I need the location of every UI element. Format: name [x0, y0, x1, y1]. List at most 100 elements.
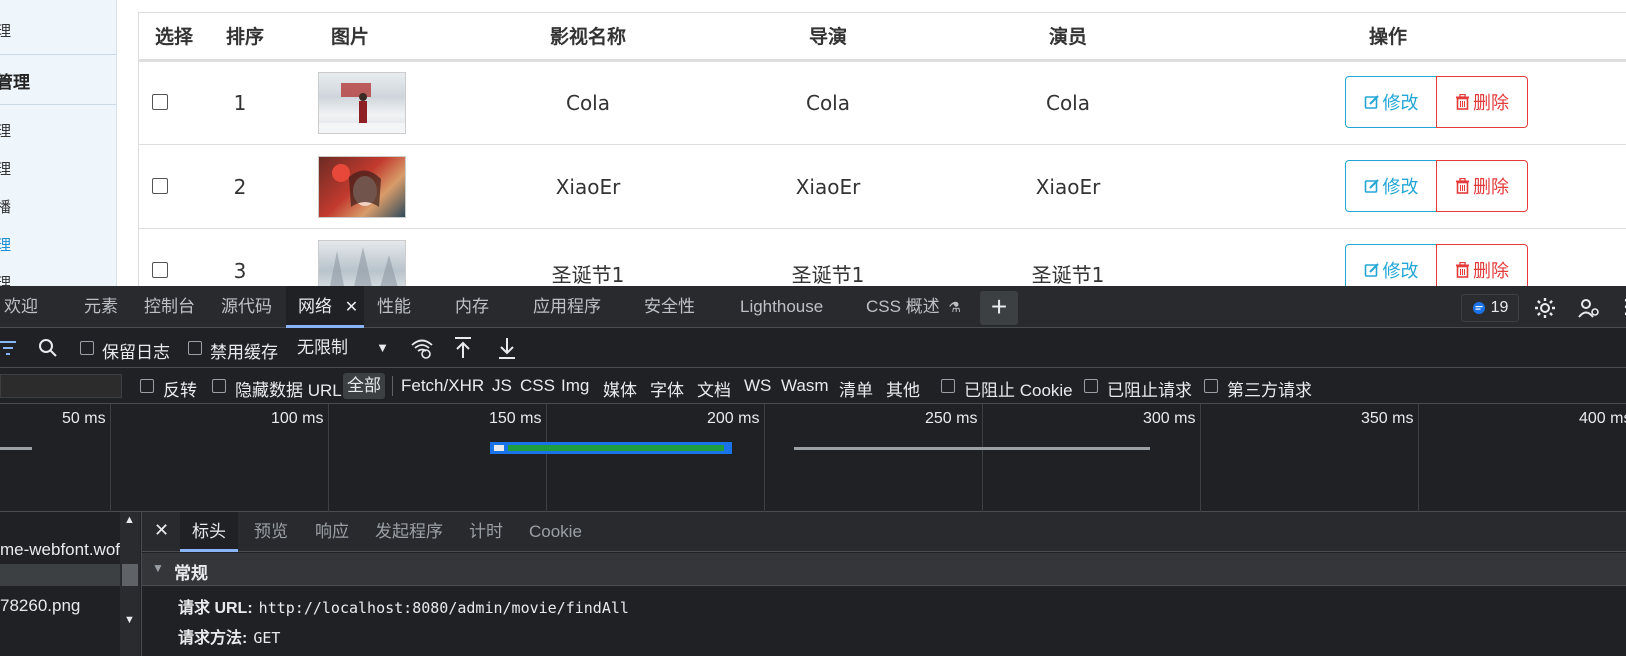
close-details-icon[interactable]: ✕ — [154, 520, 169, 541]
edit-button[interactable]: 修改 — [1345, 244, 1437, 286]
gear-icon[interactable] — [1533, 296, 1557, 320]
delete-button[interactable]: 删除 — [1436, 160, 1528, 212]
filter-type-fetch-xhr[interactable]: Fetch/XHR — [401, 376, 484, 396]
tab-elements[interactable]: 元素 — [84, 286, 118, 328]
timeline-tick: 300 ms — [1143, 410, 1196, 427]
tab-application[interactable]: 应用程序 — [533, 286, 601, 328]
throttling-select[interactable]: 无限制 ▼ — [289, 334, 393, 362]
network-conditions-icon[interactable] — [410, 337, 434, 359]
sidebar-item[interactable]: 理 — [0, 158, 116, 179]
filter-type-ws[interactable]: WS — [744, 376, 771, 396]
more-options-icon[interactable]: ⋮ — [1616, 294, 1626, 319]
timeline-tick: 350 ms — [1361, 410, 1414, 427]
filter-type-wasm[interactable]: Wasm — [781, 376, 829, 396]
movie-thumbnail — [318, 240, 406, 286]
blocked-cookies-checkbox[interactable] — [941, 379, 955, 393]
request-row-selected[interactable] — [0, 564, 120, 586]
tab-cookies[interactable]: Cookie — [529, 512, 582, 552]
network-bottom-pane: me-webfont.wof 78260.png ▲ ▼ ✕ 标头 预览 响应 … — [0, 512, 1626, 656]
scroll-up-icon[interactable]: ▲ — [124, 514, 135, 526]
filter-input[interactable] — [0, 374, 122, 398]
filter-type-img[interactable]: Img — [561, 376, 589, 396]
timeline-bar-selected — [490, 442, 732, 454]
scrollbar-thumb[interactable] — [122, 564, 138, 586]
timeline-gridline — [764, 404, 765, 512]
edit-icon — [1364, 179, 1379, 193]
filter-type-manifest[interactable]: 清单 — [839, 376, 873, 401]
timeline-tick: 150 ms — [489, 410, 542, 427]
tab-performance[interactable]: 性能 — [377, 286, 411, 328]
customize-user-icon[interactable] — [1577, 296, 1601, 320]
throttling-value: 无限制 — [297, 338, 348, 357]
disable-cache-checkbox[interactable] — [188, 341, 202, 355]
sidebar-item-active[interactable]: 理 — [0, 234, 116, 255]
delete-button[interactable]: 删除 — [1436, 244, 1528, 286]
tab-headers[interactable]: 标头 — [180, 512, 238, 552]
table-top-border — [138, 12, 1626, 13]
filter-type-other[interactable]: 其他 — [886, 376, 920, 401]
timeline-tick: 200 ms — [707, 410, 760, 427]
preserve-log-label: 保留日志 — [102, 343, 170, 362]
tab-timing[interactable]: 计时 — [469, 512, 503, 552]
timeline-bar — [794, 447, 1150, 450]
sidebar-divider — [0, 54, 116, 55]
sidebar-item[interactable]: 理 — [0, 20, 116, 41]
request-url-value: http://localhost:8080/admin/movie/findAl… — [258, 599, 629, 617]
tab-network[interactable]: 网络 ✕ — [286, 286, 364, 328]
col-header-select: 选择 — [154, 26, 193, 48]
invert-checkbox[interactable] — [140, 379, 154, 393]
request-row[interactable]: 78260.png — [0, 596, 120, 616]
filter-type-doc[interactable]: 文档 — [697, 376, 731, 401]
tab-memory[interactable]: 内存 — [455, 286, 489, 328]
tab-welcome[interactable]: 欢迎 — [4, 286, 38, 328]
blocked-requests-checkbox[interactable] — [1084, 379, 1098, 393]
request-method-row: 请求方法: GET — [178, 624, 280, 648]
sidebar-item[interactable]: 理 — [0, 272, 116, 286]
row-checkbox[interactable] — [152, 94, 168, 110]
tab-preview[interactable]: 预览 — [254, 512, 288, 552]
general-section-header[interactable]: ▼ 常规 — [142, 553, 1626, 586]
row-checkbox[interactable] — [152, 262, 168, 278]
row-actor: Cola — [1045, 91, 1090, 115]
network-overview-timeline[interactable]: 50 ms 100 ms 150 ms 200 ms 250 ms 300 ms… — [0, 404, 1626, 512]
sidebar-item[interactable]: 播 — [0, 196, 116, 217]
timeline-gridline — [982, 404, 983, 512]
edit-button[interactable]: 修改 — [1345, 160, 1437, 212]
filter-type-media[interactable]: 媒体 — [603, 376, 637, 401]
request-row[interactable]: me-webfont.wof — [0, 540, 120, 560]
edit-button[interactable]: 修改 — [1345, 76, 1437, 128]
search-icon[interactable] — [38, 338, 58, 358]
blocked-cookies-label: 已阻止 Cookie — [964, 381, 1073, 400]
filter-type-all[interactable]: 全部 — [343, 373, 385, 399]
sidebar-group-heading[interactable]: 管理 — [0, 68, 116, 93]
request-url-label: 请求 URL: — [178, 600, 253, 617]
tab-response[interactable]: 响应 — [315, 512, 349, 552]
tab-sources[interactable]: 源代码 — [221, 286, 272, 328]
delete-button[interactable]: 删除 — [1436, 76, 1528, 128]
tab-css-overview[interactable]: CSS 概述 ⚗ — [866, 286, 961, 328]
more-tools-plus-icon[interactable]: + — [980, 291, 1018, 325]
tab-console[interactable]: 控制台 — [144, 286, 195, 328]
tab-lighthouse[interactable]: Lighthouse — [740, 286, 823, 328]
filter-type-js[interactable]: JS — [492, 376, 512, 396]
issues-counter[interactable]: 19 — [1461, 294, 1519, 322]
trash-icon — [1456, 94, 1469, 110]
edit-label: 修改 — [1382, 93, 1419, 114]
general-section-title: 常规 — [174, 564, 208, 583]
export-har-icon[interactable] — [498, 336, 516, 360]
filter-icon[interactable] — [0, 341, 16, 355]
tab-initiator[interactable]: 发起程序 — [375, 512, 443, 552]
sidebar-item[interactable]: 理 — [0, 120, 116, 141]
triangle-down-icon: ▼ — [152, 561, 164, 575]
scroll-down-icon[interactable]: ▼ — [124, 614, 135, 626]
filter-type-font[interactable]: 字体 — [650, 376, 684, 401]
preserve-log-checkbox[interactable] — [80, 341, 94, 355]
row-checkbox[interactable] — [152, 178, 168, 194]
third-party-checkbox[interactable] — [1204, 379, 1218, 393]
tab-security[interactable]: 安全性 — [644, 286, 695, 328]
timeline-gridline — [110, 404, 111, 512]
close-icon[interactable]: ✕ — [345, 299, 358, 316]
filter-type-css[interactable]: CSS — [520, 376, 555, 396]
import-har-icon[interactable] — [454, 336, 472, 360]
hide-data-urls-checkbox[interactable] — [212, 379, 226, 393]
